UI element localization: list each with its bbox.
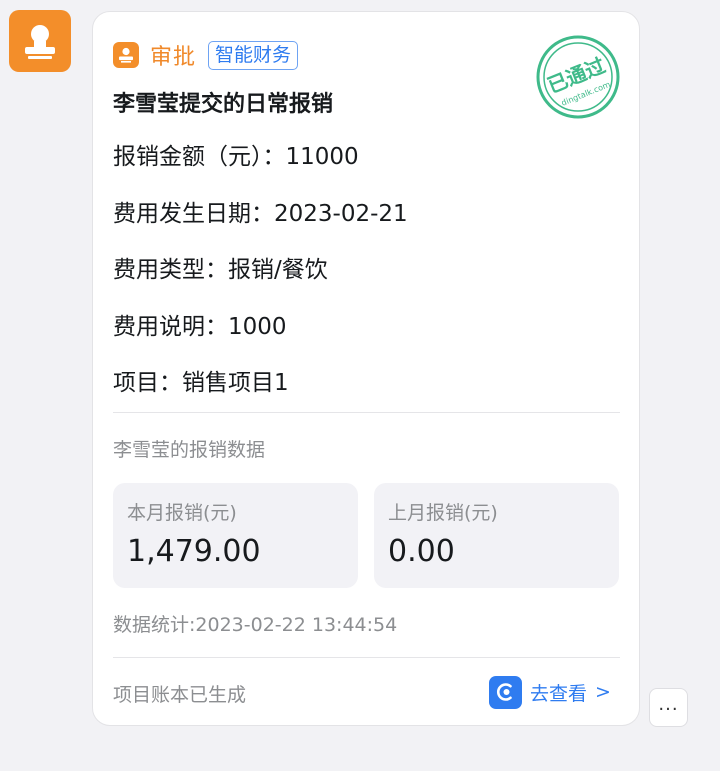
stat-this-month: 本月报销(元) 1,479.00 [113, 483, 358, 588]
card-header: 审批 智能财务 [113, 39, 299, 71]
more-icon: ... [658, 693, 679, 715]
divider [113, 657, 620, 658]
stat-label: 上月报销(元) [388, 502, 498, 524]
field-amount: 报销金额（元）：11000 [113, 144, 359, 170]
stat-value: 1,479.00 [127, 534, 261, 569]
ledger-note: 项目账本已生成 [113, 684, 247, 706]
field-description: 费用说明：1000 [113, 314, 287, 340]
stats-timestamp: 数据统计:2023-02-22 13:44:54 [113, 614, 398, 636]
stat-value: 0.00 [388, 534, 455, 569]
approved-stamp: 已通过 dingtalk.com [536, 35, 620, 119]
view-details-link[interactable]: 去查看 > [489, 675, 611, 709]
card-title: 李雪莹提交的日常报销 [113, 92, 334, 117]
avatar[interactable] [9, 10, 71, 72]
stat-last-month: 上月报销(元) 0.00 [374, 483, 619, 588]
finance-app-icon [489, 675, 522, 709]
person-icon [25, 25, 55, 59]
approval-app-icon [113, 42, 139, 68]
app-name: 审批 [150, 45, 197, 70]
divider [113, 412, 620, 413]
chevron-right-icon: > [595, 681, 611, 703]
field-project: 项目：销售项目1 [113, 370, 289, 396]
field-date: 费用发生日期：2023-02-21 [113, 201, 408, 227]
field-type: 费用类型：报销/餐饮 [113, 257, 328, 283]
smart-finance-tag: 智能财务 [208, 40, 299, 70]
view-label: 去查看 [530, 682, 588, 705]
approval-card[interactable]: 审批 智能财务 已通过 dingtalk.com 李雪莹提交的日常报销 报销金额… [92, 11, 640, 726]
section-label: 李雪莹的报销数据 [113, 439, 266, 461]
more-button[interactable]: ... [649, 688, 688, 727]
stat-label: 本月报销(元) [127, 502, 237, 524]
